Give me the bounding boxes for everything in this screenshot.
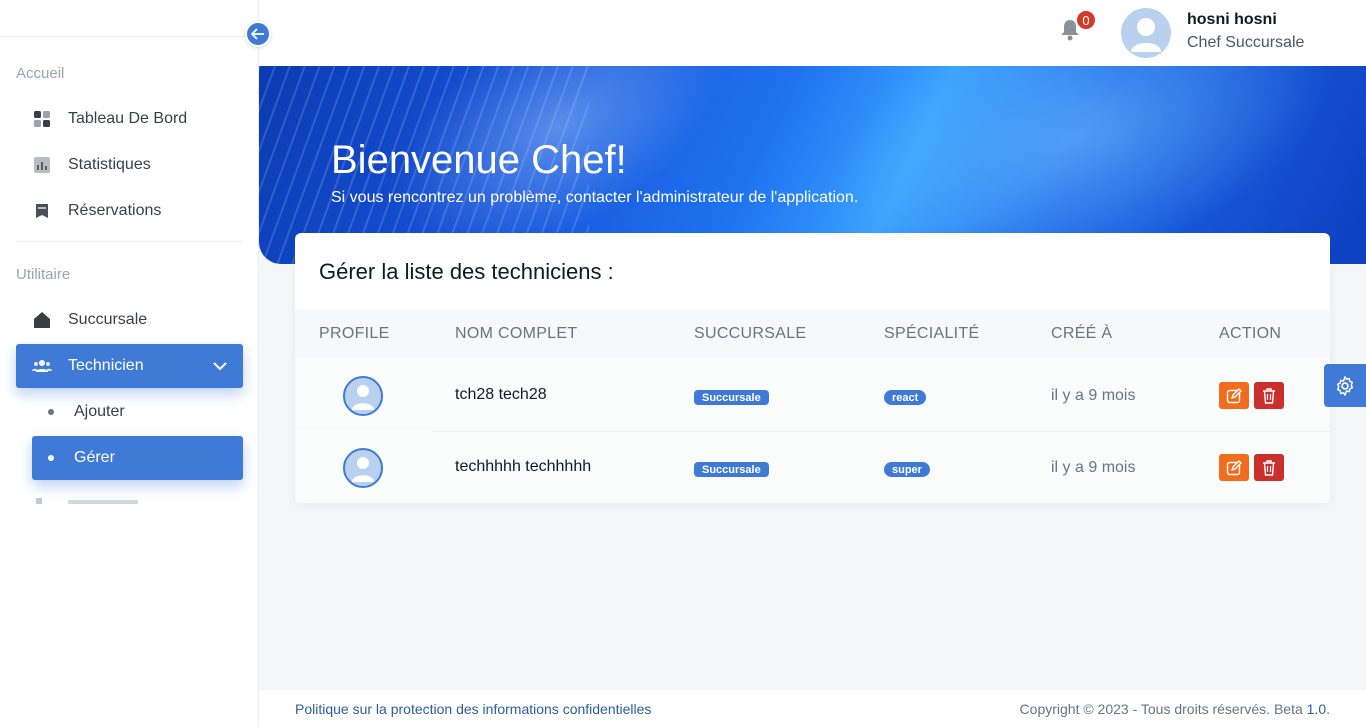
sidebar-subitem-label: Gérer bbox=[74, 449, 115, 466]
sidebar-item-label: Tableau De Bord bbox=[68, 110, 188, 127]
column-header-name: NOM COMPLET bbox=[455, 325, 578, 342]
settings-button[interactable] bbox=[1324, 364, 1366, 407]
user-role: Chef Succursale bbox=[1187, 34, 1305, 51]
technician-avatar bbox=[343, 448, 383, 488]
home-icon bbox=[32, 310, 52, 330]
specialty-badge: react bbox=[884, 390, 927, 405]
user-name: hosni hosni bbox=[1187, 11, 1277, 28]
table-row: techhhhh techhhhh Succursale super il y … bbox=[295, 432, 1330, 503]
delete-button[interactable] bbox=[1254, 454, 1284, 481]
user-avatar[interactable] bbox=[1121, 8, 1171, 58]
section-title-home: Accueil bbox=[16, 65, 65, 82]
sidebar: Accueil Tableau De Bord Statistiques Rés… bbox=[0, 0, 259, 727]
version-link[interactable]: 1.0. bbox=[1307, 701, 1330, 717]
sidebar-item-reservations[interactable]: Réservations bbox=[16, 189, 243, 233]
column-header-profile: PROFILE bbox=[319, 325, 390, 342]
sidebar-item-branch[interactable]: Succursale bbox=[16, 298, 243, 342]
edit-button[interactable] bbox=[1219, 382, 1249, 409]
technician-name: tch28 tech28 bbox=[455, 386, 547, 403]
banner-subtitle: Si vous rencontrez un problème, contacte… bbox=[331, 189, 859, 206]
gear-icon bbox=[1336, 375, 1354, 396]
notification-count-badge: 0 bbox=[1075, 9, 1097, 31]
trash-icon bbox=[1263, 459, 1275, 476]
sidebar-item-label: Réservations bbox=[68, 202, 162, 219]
sidebar-item-dashboard[interactable]: Tableau De Bord bbox=[16, 97, 243, 141]
footer: Politique sur la protection des informat… bbox=[259, 690, 1366, 727]
card-title: Gérer la liste des techniciens : bbox=[319, 259, 614, 284]
column-header-action: ACTION bbox=[1219, 325, 1282, 342]
arrow-left-icon bbox=[251, 28, 264, 40]
section-title-utility: Utilitaire bbox=[16, 266, 71, 283]
sidebar-collapse-button[interactable] bbox=[245, 21, 271, 47]
column-header-branch: SUCCURSALE bbox=[694, 325, 807, 342]
sidebar-item-technician[interactable]: Technicien bbox=[16, 344, 243, 388]
technician-avatar bbox=[343, 376, 383, 416]
branch-badge: Succursale bbox=[694, 462, 769, 477]
banner-title: Bienvenue Chef! bbox=[331, 138, 627, 182]
top-header: 0 hosni hosni Chef Succursale bbox=[259, 0, 1366, 66]
branch-badge: Succursale bbox=[694, 390, 769, 405]
sidebar-item-label: Technicien bbox=[68, 357, 144, 374]
bullet-icon bbox=[48, 455, 54, 461]
column-header-created: CRÉÉ À bbox=[1051, 325, 1113, 342]
sidebar-subitem-manage[interactable]: Gérer bbox=[32, 436, 243, 480]
sidebar-subitem-add[interactable]: Ajouter bbox=[32, 390, 243, 434]
created-date: il y a 9 mois bbox=[1051, 459, 1136, 476]
dashboard-icon bbox=[32, 109, 52, 129]
bookmark-icon bbox=[32, 201, 52, 221]
sidebar-item-label: Succursale bbox=[68, 311, 148, 328]
privacy-policy-link[interactable]: Politique sur la protection des informat… bbox=[295, 701, 651, 717]
sidebar-item-statistics[interactable]: Statistiques bbox=[16, 143, 243, 187]
edit-button[interactable] bbox=[1219, 454, 1249, 481]
technician-name: techhhhh techhhhh bbox=[455, 458, 592, 475]
table-row: tch28 tech28 Succursale react il y a 9 m… bbox=[295, 359, 1330, 431]
sidebar-item-partial bbox=[16, 490, 243, 504]
delete-button[interactable] bbox=[1254, 382, 1284, 409]
sidebar-top-divider bbox=[0, 36, 259, 37]
edit-icon bbox=[1226, 459, 1242, 475]
trash-icon bbox=[1263, 387, 1275, 404]
sidebar-divider bbox=[16, 241, 243, 242]
chart-icon bbox=[32, 155, 52, 175]
column-header-specialty: SPÉCIALITÉ bbox=[884, 325, 980, 342]
specialty-badge: super bbox=[884, 462, 930, 477]
chevron-down-icon bbox=[213, 361, 227, 371]
technicians-card: Gérer la liste des techniciens : PROFILE… bbox=[295, 233, 1330, 503]
table-header: PROFILE NOM COMPLET SUCCURSALE SPÉCIALIT… bbox=[295, 310, 1330, 358]
edit-icon bbox=[1226, 387, 1242, 403]
users-icon bbox=[32, 356, 52, 376]
copyright-label: Copyright © 2023 - Tous droits réservés.… bbox=[1019, 701, 1307, 717]
bullet-icon bbox=[48, 409, 54, 415]
copyright-text: Copyright © 2023 - Tous droits réservés.… bbox=[1020, 701, 1330, 717]
sidebar-subitem-label: Ajouter bbox=[74, 403, 125, 420]
created-date: il y a 9 mois bbox=[1051, 387, 1136, 404]
sidebar-item-label: Statistiques bbox=[68, 156, 151, 173]
